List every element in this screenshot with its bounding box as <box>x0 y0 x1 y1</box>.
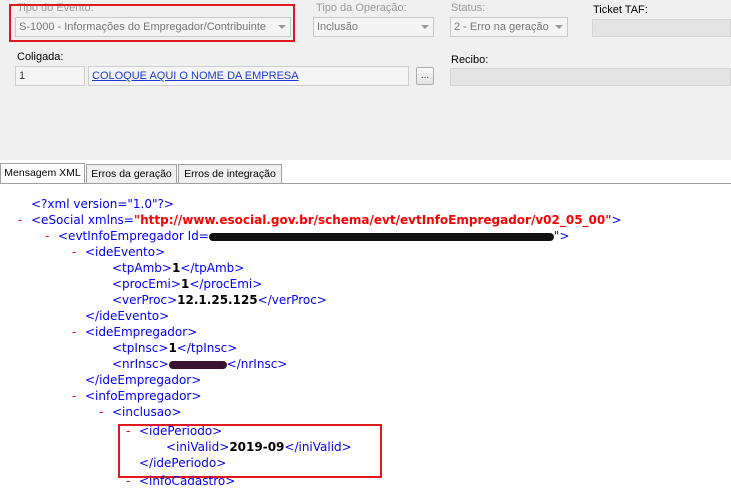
coligada-name-field[interactable]: COLOQUE AQUI O NOME DA EMPRESA <box>88 66 409 86</box>
xml-tag: <tpAmb> <box>112 261 172 275</box>
xml-value: 12.1.25.125 <box>177 293 258 307</box>
xml-infoempregador-open: <infoEmpregador> <box>85 389 202 403</box>
collapse-toggle[interactable]: - <box>45 228 49 244</box>
xml-evtinfoempregador-node: <evtInfoEmpregador Id= "> <box>58 228 569 244</box>
tab-erros-integracao[interactable]: Erros de integração <box>178 164 282 184</box>
xml-tag: </tpInsc> <box>176 341 238 355</box>
redacted-nrinsc <box>168 360 227 369</box>
tipo-operacao-label: Tipo da Operação: <box>316 2 407 14</box>
xml-procemi: <procEmi>1</procEmi> <box>112 276 262 292</box>
status-select[interactable]: 2 - Erro na geração <box>450 17 568 37</box>
highlight-box-ideperiodo <box>118 424 382 478</box>
collapse-toggle[interactable]: - <box>18 212 22 228</box>
xml-tag: </tpAmb> <box>180 261 245 275</box>
xml-tag: <evtInfoEmpregador Id= <box>58 229 209 243</box>
xml-tag: > <box>611 213 622 227</box>
recibo-field[interactable] <box>450 68 731 86</box>
xml-tag: <tpInsc> <box>112 341 169 355</box>
ticket-taf-label: Ticket TAF: <box>593 4 648 16</box>
highlight-box-event-type <box>9 4 295 42</box>
coligada-label: Coligada: <box>17 51 64 63</box>
xml-declaration: <?xml version="1.0"?> <box>31 197 174 211</box>
xml-ideempregador-close: </ideEmpregador> <box>85 373 202 387</box>
collapse-toggle[interactable]: - <box>72 388 76 404</box>
collapse-toggle[interactable]: - <box>126 473 130 489</box>
xml-viewer[interactable]: <?xml version="1.0"?> - <eSocial xmlns="… <box>0 188 731 489</box>
xml-esocial-node: <eSocial xmlns="http://www.esocial.gov.b… <box>31 212 622 228</box>
collapse-toggle[interactable]: - <box>72 324 76 340</box>
tipo-operacao-value: Inclusão <box>317 21 358 33</box>
xml-ideevento-open: <ideEvento> <box>85 245 166 259</box>
tipo-operacao-select[interactable]: Inclusão <box>313 17 434 37</box>
collapse-toggle[interactable]: - <box>72 244 76 260</box>
chevron-down-icon[interactable] <box>551 18 567 36</box>
tab-divider <box>0 183 731 184</box>
tab-bar: Mensagem XML Erros da geração Erros de i… <box>0 163 731 184</box>
xml-nrinsc: <nrInsc> </nrInsc> <box>112 356 287 372</box>
xml-tpinsc: <tpInsc>1</tpInsc> <box>112 340 237 356</box>
coligada-name-link[interactable]: COLOQUE AQUI O NOME DA EMPRESA <box>92 70 299 82</box>
xml-tag: </verProc> <box>257 293 327 307</box>
coligada-code-field[interactable]: 1 <box>15 66 85 86</box>
status-label: Status: <box>451 2 486 14</box>
xml-tag: <verProc> <box>112 293 178 307</box>
tab-mensagem-xml[interactable]: Mensagem XML <box>0 163 85 184</box>
xml-tag: <nrInsc> <box>112 357 169 371</box>
recibo-label: Recibo: <box>451 54 489 66</box>
xml-tag: "> <box>553 229 570 243</box>
xml-value: 1 <box>168 341 177 355</box>
xml-tpamb: <tpAmb>1</tpAmb> <box>112 260 244 276</box>
xml-infocadastro-open: <infoCadastro> <box>139 474 236 488</box>
tab-erros-geracao[interactable]: Erros da geração <box>86 164 177 184</box>
redacted-id <box>208 232 554 241</box>
coligada-lookup-button[interactable]: ... <box>416 67 434 85</box>
xml-ideevento-close: </ideEvento> <box>85 309 170 323</box>
xml-tag: <procEmi> <box>112 277 181 291</box>
event-form-panel: Tipo do Evento: S-1000 - Informações do … <box>0 0 731 160</box>
chevron-down-icon[interactable] <box>417 18 433 36</box>
xml-ideempregador-open: <ideEmpregador> <box>85 325 198 339</box>
xml-tag: </nrInsc> <box>226 357 288 371</box>
xml-tag: <eSocial xmlns= <box>31 213 134 227</box>
xml-tag: </procEmi> <box>189 277 263 291</box>
xml-namespace: "http://www.esocial.gov.br/schema/evt/ev… <box>133 213 612 227</box>
ticket-taf-field[interactable] <box>592 19 731 37</box>
xml-verproc: <verProc>12.1.25.125</verProc> <box>112 292 327 308</box>
status-value: 2 - Erro na geração <box>454 21 549 33</box>
xml-inclusao-open: <inclusao> <box>112 405 182 419</box>
collapse-toggle[interactable]: - <box>99 404 103 420</box>
